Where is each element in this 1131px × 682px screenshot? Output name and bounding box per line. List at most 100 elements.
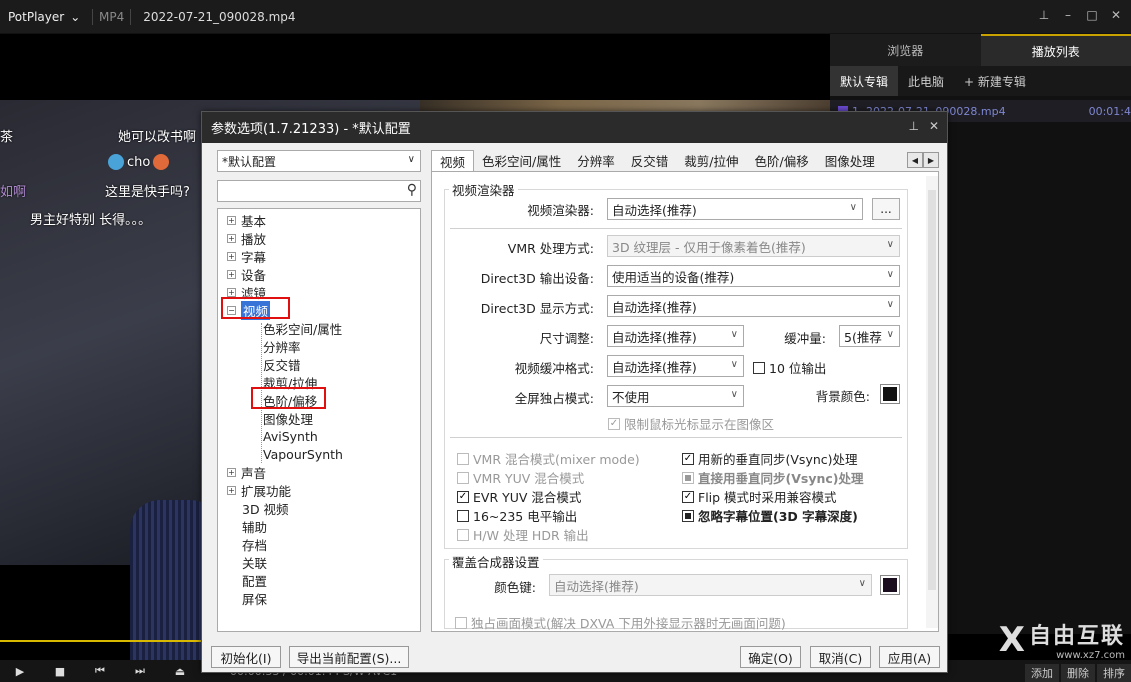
add-button[interactable]: 添加 [1025, 664, 1059, 682]
previous-icon[interactable]: ⏮ [80, 664, 120, 678]
checkbox-box [753, 361, 765, 374]
pin-icon[interactable]: ⊥ [1037, 8, 1051, 22]
settings-tab[interactable]: 色彩空间/属性 [474, 150, 569, 171]
new-vsync-checkbox[interactable]: ✓ 用新的垂直同步(Vsync)处理 [682, 449, 858, 468]
export-config-button[interactable]: 导出当前配置(S)... [289, 646, 409, 668]
settings-tab[interactable]: 视频 [431, 150, 475, 171]
expand-icon[interactable]: + [227, 287, 236, 297]
subtab-this-pc[interactable]: 此电脑 [898, 66, 954, 96]
checkbox-label: 直接用垂直同步(Vsync)处理 [698, 471, 864, 486]
scrollbar[interactable] [926, 176, 938, 628]
buffer-select[interactable]: 5(推荐 ∨ [839, 325, 900, 347]
scrollbar-thumb[interactable] [928, 190, 936, 590]
renderer-select[interactable]: 自动选择(推荐) ∨ [607, 198, 863, 220]
expand-icon[interactable]: + [227, 233, 236, 243]
tree-item[interactable]: 关联 [218, 553, 420, 571]
direct-vsync-checkbox[interactable]: 直接用垂直同步(Vsync)处理 [682, 468, 864, 487]
tree-item[interactable]: 屏保 [218, 589, 420, 607]
tab-playlist[interactable]: 播放列表 [980, 34, 1131, 66]
exclusive-mode-checkbox[interactable]: 独占画面模式(解决 DXVA 下用外接显示器时无画面问题) [455, 613, 786, 631]
renderer-value: 自动选择(推荐) [612, 202, 697, 218]
expand-icon[interactable]: + [227, 485, 236, 495]
apply-button[interactable]: 应用(A) [879, 646, 940, 668]
chat-message: 如啊 [0, 185, 27, 200]
settings-search-input[interactable]: ⚲ [217, 180, 421, 202]
tree-item[interactable]: 反交错 [218, 355, 420, 373]
settings-tab[interactable]: 反交错 [623, 150, 677, 171]
tab-browser[interactable]: 浏览器 [830, 34, 981, 66]
tree-item[interactable]: AviSynth [218, 427, 420, 445]
limit-cursor-checkbox[interactable]: ✓ 限制鼠标光标显示在图像区 [608, 414, 774, 433]
tree-item[interactable]: + 字幕 [218, 247, 420, 265]
search-icon[interactable]: ⚲ [407, 182, 417, 198]
tree-item[interactable]: 配置 [218, 571, 420, 589]
tree-item[interactable]: 存档 [218, 535, 420, 553]
size-select[interactable]: 自动选择(推荐) ∨ [607, 325, 744, 347]
chevron-right-icon[interactable]: ▶ [923, 152, 939, 168]
checkbox-box [455, 616, 467, 629]
tree-item[interactable]: 色彩空间/属性 [218, 319, 420, 337]
chevron-down-icon: ∨ [858, 578, 866, 589]
settings-tab[interactable]: 裁剪/拉伸 [676, 150, 746, 171]
play-icon[interactable]: ▶ [0, 665, 40, 678]
close-icon[interactable]: ✕ [1109, 8, 1123, 22]
sort-button[interactable]: 排序 [1097, 664, 1131, 682]
d3d-display-select[interactable]: 自动选择(推荐) ∨ [607, 295, 900, 317]
vmr-mixer-checkbox[interactable]: VMR 混合模式(mixer mode) [457, 449, 640, 468]
renderer-options-button[interactable]: ... [872, 198, 900, 220]
vmr-select[interactable]: 3D 纹理层 - 仅用于像素着色(推荐) ∨ [607, 235, 900, 257]
evr-yuv-checkbox[interactable]: ✓ EVR YUV 混合模式 [457, 487, 581, 506]
dialog-title: 参数选项(1.7.21233) - *默认配置 [211, 122, 411, 137]
settings-tab[interactable]: 色阶/偏移 [746, 150, 816, 171]
settings-tab[interactable]: 图像处理 [817, 150, 883, 171]
app-menu-button[interactable]: PotPlayer ⌄ [0, 10, 86, 24]
level-16-235-checkbox[interactable]: 16~235 电平输出 [457, 506, 577, 525]
tree-item[interactable]: 3D 视频 [218, 499, 420, 517]
cancel-button[interactable]: 取消(C) [810, 646, 871, 668]
chevron-left-icon[interactable]: ◀ [907, 152, 923, 168]
flip-compat-checkbox[interactable]: ✓ Flip 模式时采用兼容模式 [682, 487, 837, 506]
subtab-new-album[interactable]: + 新建专辑 [954, 66, 1036, 96]
chevron-down-icon: ∨ [730, 329, 738, 340]
delete-button[interactable]: 删除 [1061, 664, 1095, 682]
eject-icon[interactable]: ⏏ [160, 665, 200, 678]
ten-bit-output-checkbox[interactable]: 10 位输出 [753, 358, 826, 377]
next-icon[interactable]: ⏭ [120, 664, 160, 678]
expand-icon[interactable]: + [227, 269, 236, 279]
tree-item[interactable]: + 扩展功能 [218, 481, 420, 499]
tree-item[interactable]: + 基本 [218, 211, 420, 229]
pin-icon[interactable]: ⊥ [908, 119, 918, 133]
subtab-default-album[interactable]: 默认专辑 [830, 66, 899, 96]
ok-button[interactable]: 确定(O) [740, 646, 801, 668]
colorkey-swatch[interactable] [880, 575, 900, 595]
colorkey-select[interactable]: 自动选择(推荐) ∨ [549, 574, 872, 596]
ignore-subtitle-position-checkbox[interactable]: 忽略字幕位置(3D 字幕深度) [682, 506, 858, 525]
buffer-format-select[interactable]: 自动选择(推荐) ∨ [607, 355, 744, 377]
minimize-icon[interactable]: – [1061, 8, 1075, 22]
d3d-output-select[interactable]: 使用适当的设备(推荐) ∨ [607, 265, 900, 287]
settings-tab[interactable]: 分辨率 [569, 150, 623, 171]
tree-item[interactable]: + 播放 [218, 229, 420, 247]
vmr-yuv-checkbox[interactable]: VMR YUV 混合模式 [457, 468, 584, 487]
fullscreen-select[interactable]: 不使用 ∨ [607, 385, 744, 407]
expand-icon[interactable]: + [227, 215, 236, 225]
expand-icon[interactable]: + [227, 251, 236, 261]
init-button[interactable]: 初始化(I) [211, 646, 281, 668]
hw-hdr-checkbox[interactable]: H/W 处理 HDR 输出 [457, 525, 589, 544]
tree-item[interactable]: 分辨率 [218, 337, 420, 355]
tree-item[interactable]: 图像处理 [218, 409, 420, 427]
playlist-actions: 添加 删除 排序 [1025, 664, 1131, 682]
maximize-icon[interactable]: □ [1085, 8, 1099, 22]
tree-item[interactable]: + 声音 [218, 463, 420, 481]
expand-icon[interactable]: + [227, 467, 236, 477]
tree-item-label: 关联 [242, 555, 268, 571]
tree-item[interactable]: 辅助 [218, 517, 420, 535]
tree-item[interactable]: + 设备 [218, 265, 420, 283]
close-icon[interactable]: ✕ [929, 119, 939, 133]
tree-item[interactable]: VapourSynth [218, 445, 420, 463]
stop-icon[interactable]: ■ [40, 665, 80, 678]
preset-select[interactable]: *默认配置 ∨ [217, 150, 421, 172]
bgcolor-swatch[interactable] [880, 384, 900, 404]
settings-tree: + 基本 + 播放 + 字幕 + 设备 + 滤镜 − 视频 色彩空间/属性 分辨率 反交错 裁剪/拉伸 色阶/偏… [217, 208, 421, 632]
checkbox-label: VMR YUV 混合模式 [473, 471, 585, 486]
